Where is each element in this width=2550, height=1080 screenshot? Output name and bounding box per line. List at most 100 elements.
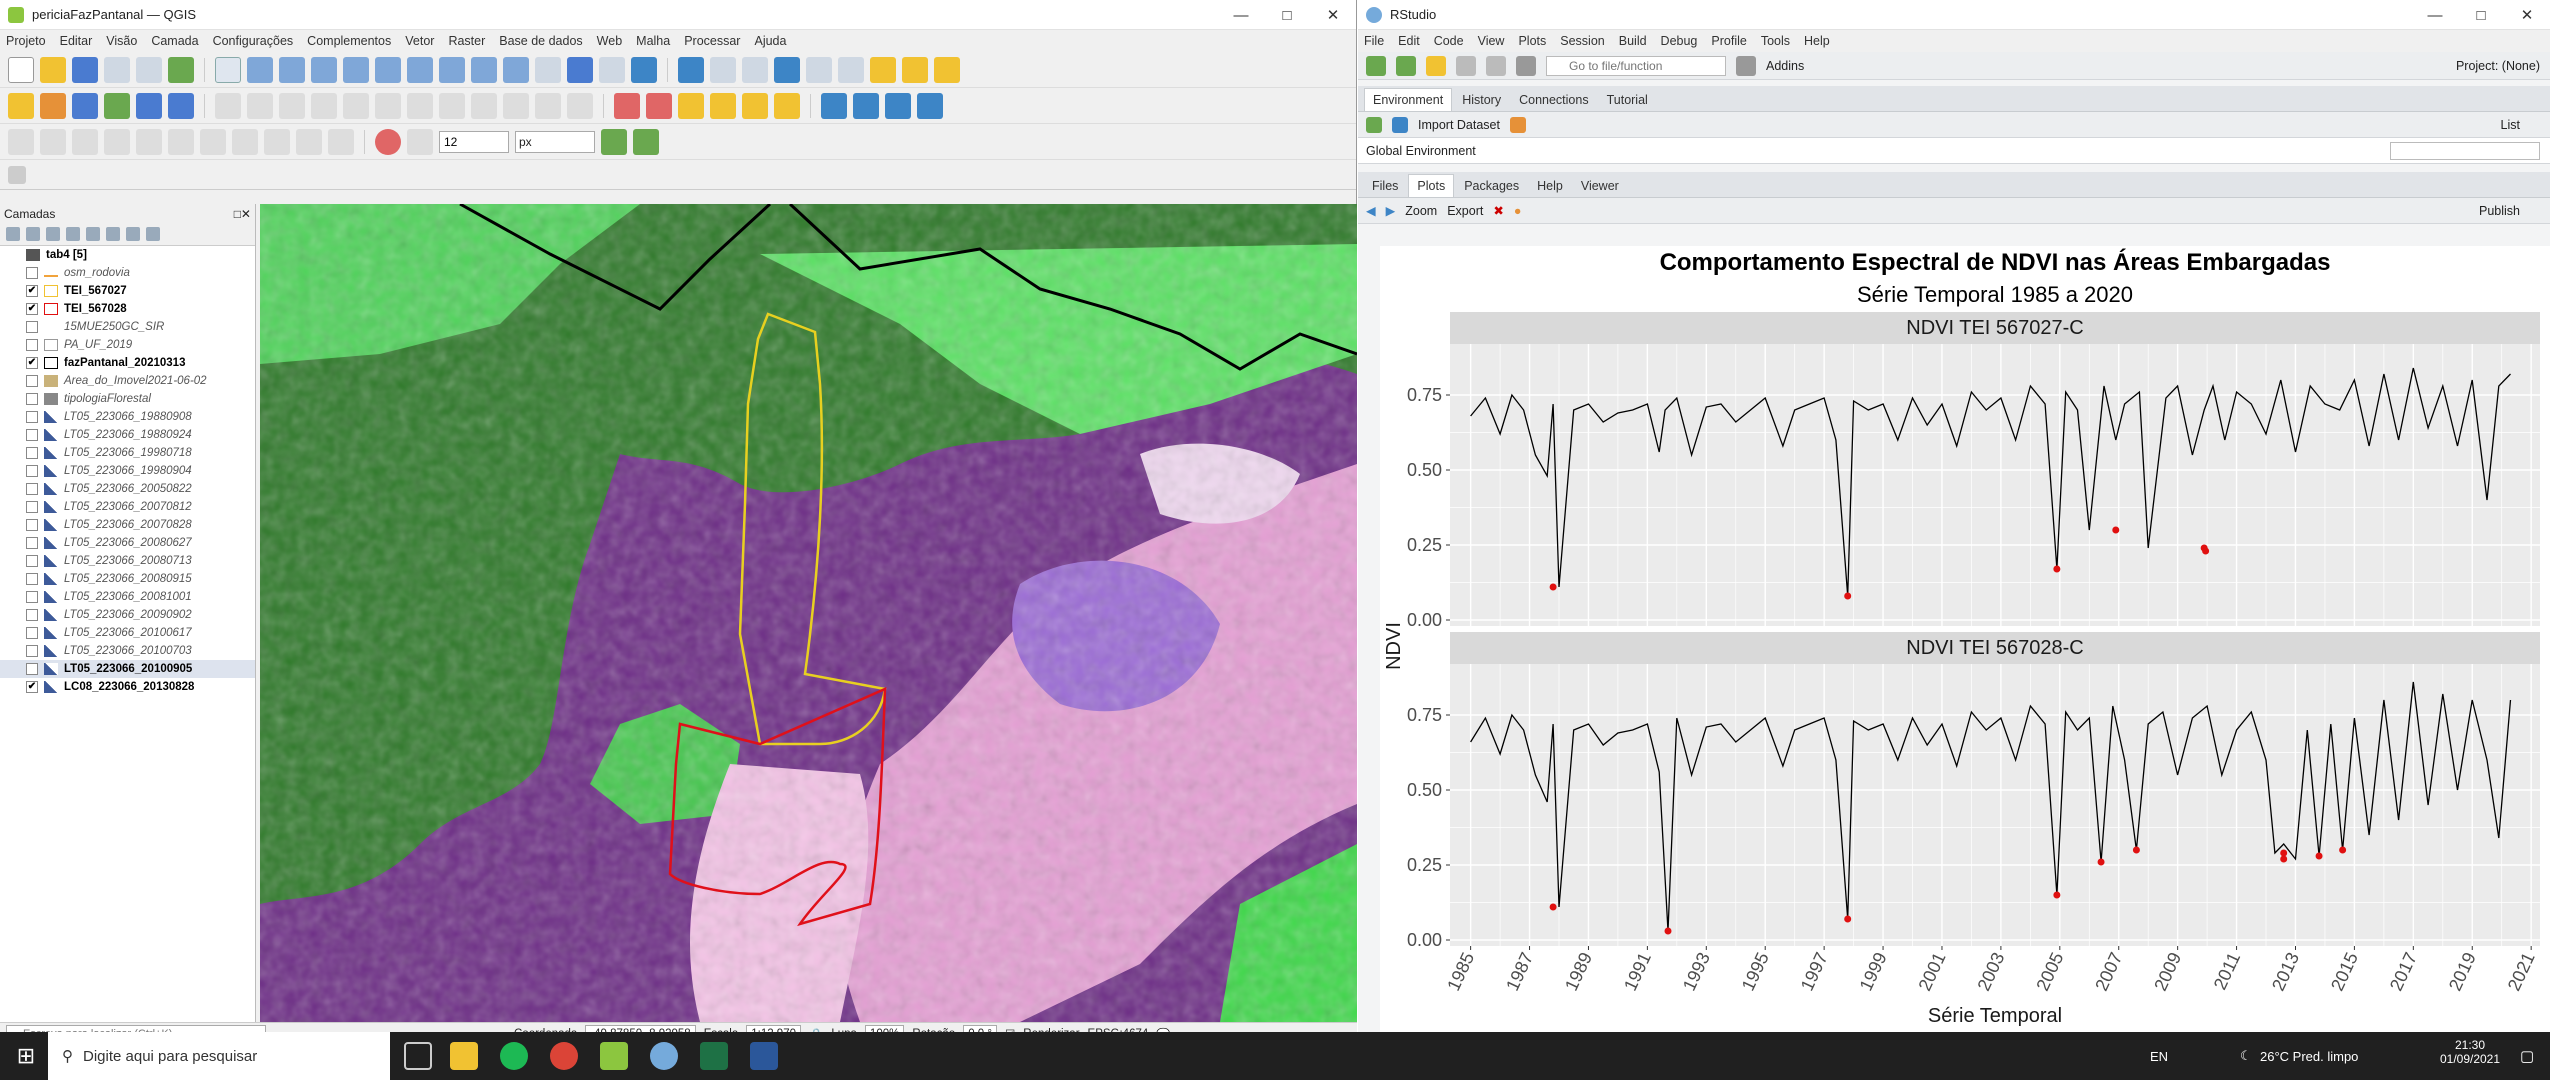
digitize-line-icon[interactable] (8, 128, 34, 155)
deselect-icon[interactable] (934, 56, 960, 83)
language-indicator[interactable]: EN (2150, 1049, 2168, 1064)
layer-visibility-checkbox[interactable] (26, 537, 38, 549)
layer-row[interactable]: Area_do_Imovel2021-06-02 (0, 372, 255, 390)
add-ring-icon[interactable] (40, 128, 66, 155)
unit-select[interactable]: px (515, 130, 595, 153)
menu-item[interactable]: Ajuda (754, 34, 786, 48)
zoom-selection-icon[interactable] (375, 56, 401, 83)
taskbar-search[interactable]: ⚲ Digite aqui para pesquisar (48, 1032, 390, 1080)
delete-feature-icon[interactable] (407, 92, 433, 119)
zoom-next-icon[interactable] (503, 56, 529, 83)
layer-visibility-checkbox[interactable] (26, 663, 38, 675)
pan-to-selection-icon[interactable] (247, 56, 273, 83)
layer-row[interactable]: LT05_223066_19880908 (0, 408, 255, 426)
zoom-button[interactable]: Zoom (1405, 204, 1437, 218)
chrome-icon[interactable] (550, 1042, 578, 1070)
move-feature-icon[interactable] (343, 92, 369, 119)
menu-item[interactable]: Camada (151, 34, 198, 48)
layer-row[interactable]: LT05_223066_19880924 (0, 426, 255, 444)
add-feature-icon[interactable] (311, 92, 337, 119)
menu-item[interactable]: Visão (106, 34, 137, 48)
add-delimited-icon[interactable] (72, 92, 98, 119)
menu-item[interactable]: Plots (1518, 34, 1546, 48)
save-all-icon[interactable] (1486, 55, 1506, 76)
merge-icon[interactable] (264, 128, 290, 155)
layer-visibility-checkbox[interactable] (26, 609, 38, 621)
layer-visibility-checkbox[interactable]: ✔ (26, 681, 38, 693)
tab-files[interactable]: Files (1364, 175, 1406, 197)
print-layout-icon[interactable] (104, 56, 130, 83)
remove-plot-icon[interactable]: ✖ (1493, 203, 1503, 218)
save-workspace-icon[interactable] (1392, 116, 1408, 133)
panel-close-icon[interactable]: □✕ (234, 207, 251, 221)
refresh-icon[interactable] (631, 56, 657, 83)
menu-item[interactable]: Profile (1711, 34, 1746, 48)
grid-layout-icon[interactable] (1736, 55, 1756, 76)
add-wms-icon[interactable] (136, 92, 162, 119)
menu-item[interactable]: Malha (636, 34, 670, 48)
manage-visibility-icon[interactable] (46, 227, 60, 241)
tab-history[interactable]: History (1454, 89, 1509, 111)
offset-curve-icon[interactable] (200, 128, 226, 155)
label-rotate-icon[interactable] (742, 92, 768, 119)
maximize-icon[interactable]: □ (1264, 0, 1310, 30)
layer-row[interactable]: LT05_223066_20050822 (0, 480, 255, 498)
windows-start-icon[interactable]: ⊞ (12, 1042, 40, 1070)
layer-row[interactable]: LT05_223066_20090902 (0, 606, 255, 624)
label-tool-icon[interactable] (614, 92, 640, 119)
layer-row[interactable]: tipologiaFlorestal (0, 390, 255, 408)
expand-all-icon[interactable] (106, 227, 120, 241)
menu-item[interactable]: View (1478, 34, 1505, 48)
spotify-icon[interactable] (500, 1042, 528, 1070)
layer-visibility-checkbox[interactable] (26, 501, 38, 513)
layer-row[interactable]: 15MUE250GC_SIR (0, 318, 255, 336)
menu-item[interactable]: Complementos (307, 34, 391, 48)
layer-visibility-checkbox[interactable] (26, 555, 38, 567)
pan-icon[interactable] (215, 56, 241, 83)
digitize-icon[interactable] (247, 92, 273, 119)
database-icon[interactable] (821, 92, 847, 119)
layer-row[interactable]: ✔ TEI_567028 (0, 300, 255, 318)
menu-item[interactable]: Vetor (405, 34, 434, 48)
statistics-sigma-icon[interactable] (806, 56, 832, 83)
simplify-icon[interactable] (328, 128, 354, 155)
python-icon[interactable] (885, 92, 911, 119)
add-part-icon[interactable] (72, 128, 98, 155)
topology-icon[interactable] (633, 128, 659, 155)
clock[interactable]: 21:30 01/09/2021 (2430, 1038, 2510, 1066)
layer-visibility-checkbox[interactable] (26, 339, 38, 351)
layer-row[interactable]: ✔ fazPantanal_20210313 (0, 354, 255, 372)
attribute-table-icon[interactable] (710, 56, 736, 83)
save-edits-icon[interactable] (279, 92, 305, 119)
rstudio-taskbar-icon[interactable] (650, 1042, 678, 1070)
layer-row[interactable]: LT05_223066_20080915 (0, 570, 255, 588)
publish-button[interactable]: Publish (2479, 204, 2520, 218)
redo-icon[interactable] (567, 92, 593, 119)
broom-icon[interactable] (1509, 116, 1526, 133)
zoom-full-icon[interactable] (343, 56, 369, 83)
close-icon[interactable]: ✕ (1310, 0, 1356, 30)
tab-help[interactable]: Help (1529, 175, 1571, 197)
print-icon[interactable] (1516, 55, 1536, 76)
menu-item[interactable]: Processar (684, 34, 740, 48)
menu-item[interactable]: Session (1560, 34, 1604, 48)
save-project-icon[interactable] (72, 56, 98, 83)
layer-row[interactable]: ✔ LC08_223066_20130828 (0, 678, 255, 696)
qgis-taskbar-icon[interactable] (600, 1042, 628, 1070)
map-canvas[interactable] (260, 204, 1357, 1022)
project-menu[interactable]: Project: (None) (2456, 59, 2540, 73)
add-raster-icon[interactable] (40, 92, 66, 119)
env-search-input[interactable] (2390, 141, 2540, 160)
layer-visibility-checkbox[interactable] (26, 267, 38, 279)
split-icon[interactable] (232, 128, 258, 155)
add-vector-icon[interactable] (8, 92, 34, 119)
label-show-icon[interactable] (678, 92, 704, 119)
word-icon[interactable] (750, 1042, 778, 1070)
annotation-icon[interactable] (870, 56, 896, 83)
settings-gear-icon[interactable] (774, 56, 800, 83)
layer-row[interactable]: LT05_223066_20070828 (0, 516, 255, 534)
new-project-icon[interactable] (8, 56, 34, 83)
layer-visibility-checkbox[interactable]: ✔ (26, 303, 38, 315)
notifications-icon[interactable]: ▢ (2520, 1047, 2534, 1065)
add-wfs-icon[interactable] (168, 92, 194, 119)
